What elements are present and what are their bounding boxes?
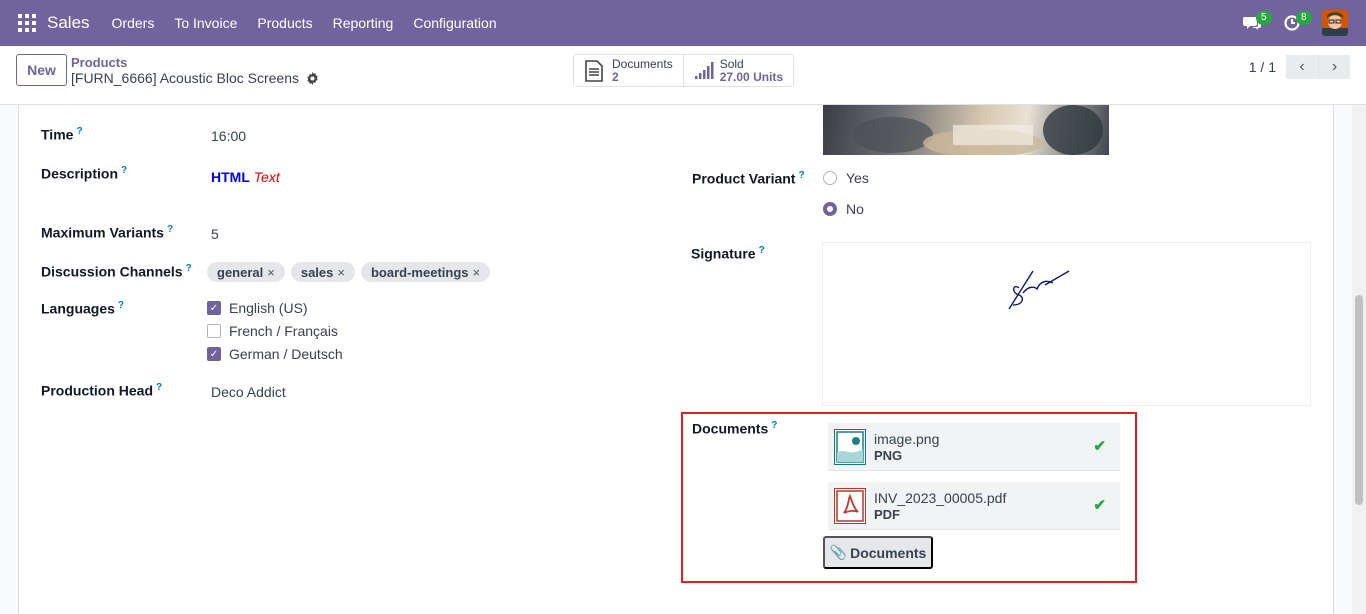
- language-option[interactable]: ✓ English (US): [207, 300, 308, 316]
- messages-badge: 5: [1256, 11, 1272, 25]
- channel-tag[interactable]: general ×: [207, 262, 285, 282]
- channel-tag-label: sales: [300, 264, 334, 280]
- documents-smart-value: 2: [612, 69, 619, 84]
- production-head-label: Production Head?: [41, 382, 163, 399]
- remove-tag-icon[interactable]: ×: [267, 265, 275, 280]
- channel-tag-label: board-meetings: [370, 264, 469, 280]
- checkbox-checked[interactable]: ✓: [207, 347, 221, 361]
- messages-button[interactable]: 5: [1232, 0, 1272, 46]
- pager-next-button[interactable]: ›: [1318, 55, 1350, 79]
- pager-buttons: ‹ ›: [1286, 55, 1350, 79]
- description-html-text: HTML: [211, 169, 250, 185]
- product-image[interactable]: [823, 105, 1109, 155]
- activities-button[interactable]: 8: [1272, 0, 1312, 46]
- app-name[interactable]: Sales: [47, 13, 90, 33]
- pager-previous-button[interactable]: ‹: [1286, 55, 1318, 79]
- activities-badge: 8: [1296, 11, 1312, 25]
- production-head-field[interactable]: Deco Addict: [211, 384, 286, 400]
- signature-label: Signature?: [691, 245, 765, 262]
- apps-menu-icon[interactable]: [18, 14, 36, 32]
- check-icon: ✔: [1093, 497, 1106, 514]
- radio-unselected[interactable]: [823, 171, 837, 185]
- document-type: PDF: [874, 507, 900, 522]
- menu-reporting[interactable]: Reporting: [323, 15, 404, 31]
- menu-products[interactable]: Products: [247, 15, 322, 31]
- channel-tag-label: general: [217, 264, 264, 280]
- document-icon: [585, 59, 603, 82]
- menu-orders[interactable]: Orders: [102, 15, 165, 31]
- max-variants-field[interactable]: 5: [211, 226, 219, 242]
- description-italic-text: Text: [253, 169, 280, 185]
- check-icon: ✔: [1093, 438, 1106, 455]
- breadcrumb-current: [FURN_6666] Acoustic Bloc Screens: [71, 70, 319, 86]
- signature-field[interactable]: [822, 242, 1311, 406]
- signal-chart-icon: [694, 61, 714, 79]
- variant-option-yes[interactable]: Yes: [823, 170, 869, 186]
- user-avatar[interactable]: [1322, 10, 1348, 36]
- radio-selected[interactable]: [823, 202, 837, 216]
- image-file-icon: [834, 428, 866, 465]
- add-documents-button[interactable]: 📎 Documents: [823, 536, 933, 569]
- sold-smart-value: 27.00 Units: [719, 69, 784, 84]
- remove-tag-icon[interactable]: ×: [337, 265, 345, 280]
- chevron-left-icon: ‹: [1299, 58, 1305, 75]
- pdf-file-icon: [834, 487, 866, 524]
- discussion-channels-field[interactable]: general × sales × board-meetings ×: [207, 262, 496, 282]
- documents-smart-button[interactable]: Documents 2: [574, 55, 683, 86]
- record-title: [FURN_6666] Acoustic Bloc Screens: [71, 70, 299, 86]
- pager-value[interactable]: 1 / 1: [1249, 59, 1276, 75]
- sold-smart-label: Sold: [719, 56, 744, 71]
- main-navbar: Sales Orders To Invoice Products Reporti…: [0, 0, 1366, 46]
- menu-to-invoice[interactable]: To Invoice: [164, 15, 247, 31]
- max-variants-label: Maximum Variants?: [41, 224, 174, 241]
- sold-smart-button[interactable]: Sold 27.00 Units: [682, 55, 793, 86]
- language-option-label: English (US): [229, 300, 308, 316]
- document-name: image.png: [874, 431, 940, 447]
- gear-icon[interactable]: [306, 71, 319, 85]
- breadcrumb-parent[interactable]: Products: [71, 55, 127, 70]
- avatar-image: [1322, 10, 1348, 36]
- languages-label: Languages?: [41, 300, 125, 317]
- checkbox-checked[interactable]: ✓: [207, 301, 221, 315]
- systray: 5 8: [1232, 0, 1366, 46]
- description-label: Description?: [41, 165, 128, 182]
- discussion-channels-label: Discussion Channels?: [41, 263, 192, 280]
- menu-configuration[interactable]: Configuration: [403, 15, 506, 31]
- smart-buttons: Documents 2 Sold 27.00 Units: [573, 54, 795, 87]
- description-field[interactable]: HTML Text: [211, 169, 280, 185]
- time-field[interactable]: 16:00: [211, 128, 246, 144]
- document-name: INV_2023_00005.pdf: [874, 490, 1007, 506]
- document-card[interactable]: INV_2023_00005.pdf PDF ✔: [828, 482, 1120, 530]
- language-option-label: German / Deutsch: [229, 346, 343, 362]
- channel-tag[interactable]: board-meetings ×: [360, 262, 491, 282]
- product-variant-label: Product Variant?: [692, 170, 805, 187]
- control-panel: New Products [FURN_6666] Acoustic Bloc S…: [0, 46, 1366, 105]
- language-option[interactable]: ✓ German / Deutsch: [207, 346, 343, 362]
- language-option-label: French / Français: [229, 323, 338, 339]
- scrollbar-thumb[interactable]: [1355, 295, 1363, 505]
- document-card[interactable]: image.png PNG ✔: [828, 423, 1120, 471]
- add-documents-label: Documents: [850, 544, 927, 561]
- documents-label: Documents?: [692, 420, 778, 437]
- new-button[interactable]: New: [16, 54, 67, 86]
- language-option[interactable]: French / Français: [207, 323, 338, 339]
- variant-option-label: Yes: [846, 170, 869, 186]
- scrollbar[interactable]: [1352, 105, 1366, 614]
- variant-option-label: No: [846, 201, 864, 217]
- variant-option-no[interactable]: No: [823, 201, 864, 217]
- signature-drawing: [1008, 270, 1070, 310]
- channel-tag[interactable]: sales ×: [290, 262, 355, 282]
- documents-smart-label: Documents: [612, 56, 673, 71]
- checkbox-unchecked[interactable]: [207, 324, 221, 338]
- image-content: [853, 105, 1103, 155]
- time-label: Time?: [41, 126, 83, 143]
- chevron-right-icon: ›: [1331, 58, 1338, 75]
- paperclip-icon: 📎: [829, 544, 848, 560]
- remove-tag-icon[interactable]: ×: [473, 265, 481, 280]
- document-type: PNG: [874, 448, 903, 463]
